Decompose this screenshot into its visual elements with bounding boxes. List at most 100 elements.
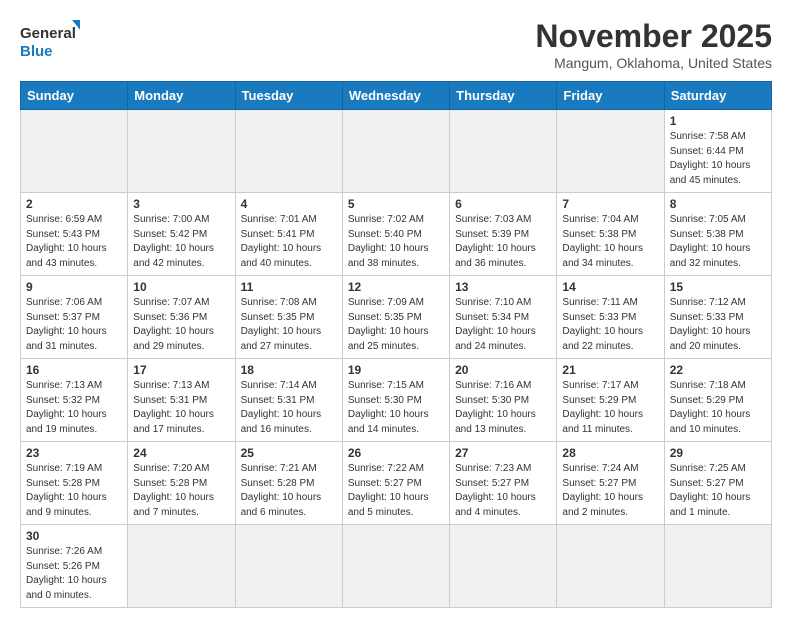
calendar-week-1: 1Sunrise: 7:58 AMSunset: 6:44 PMDaylight… [21,110,772,193]
day-info: Sunrise: 7:20 AMSunset: 5:28 PMDaylight:… [133,462,229,520]
day-number: 5 [348,197,444,211]
day-info: Sunrise: 7:15 AMSunset: 5:30 PMDaylight:… [348,379,444,437]
weekday-header-tuesday: Tuesday [235,82,342,110]
logo-svg: General Blue [20,18,80,62]
month-title: November 2025 [535,18,772,55]
calendar-cell: 14Sunrise: 7:11 AMSunset: 5:33 PMDayligh… [557,276,664,359]
calendar-cell: 19 Sunrise: 7:15 AMSunset: 5:30 PMDayligh… [342,359,449,442]
calendar-cell: 29 Sunrise: 7:25 AMSunset: 5:27 PMDayligh… [664,442,771,525]
day-number: 2 [26,197,122,211]
day-number: 27 [455,446,551,460]
day-info: Sunrise: 7:17 AMSunset: 5:29 PMDaylight:… [562,379,658,437]
logo: General Blue [20,18,80,62]
day-number: 8 [670,197,766,211]
calendar-cell: 18 Sunrise: 7:14 AMSunset: 5:31 PMDayligh… [235,359,342,442]
day-number: 16 [26,363,122,377]
calendar: SundayMondayTuesdayWednesdayThursdayFrid… [20,81,772,608]
day-info: Sunrise: 7:21 AMSunset: 5:28 PMDaylight:… [241,462,337,520]
calendar-cell: 4 Sunrise: 7:01 AMSunset: 5:41 PMDaylight… [235,193,342,276]
day-info: Sunrise: 7:01 AMSunset: 5:41 PMDaylight:… [241,213,337,271]
calendar-cell: 16Sunrise: 7:13 AMSunset: 5:32 PMDayligh… [21,359,128,442]
calendar-cell: 3Sunrise: 7:00 AMSunset: 5:42 PMDaylight… [128,193,235,276]
day-number: 7 [562,197,658,211]
calendar-cell: 2 Sunrise: 6:59 AMSunset: 5:43 PMDaylight… [21,193,128,276]
calendar-cell [128,110,235,193]
weekday-header-monday: Monday [128,82,235,110]
calendar-cell [450,525,557,608]
day-number: 4 [241,197,337,211]
day-number: 22 [670,363,766,377]
day-info: Sunrise: 7:11 AMSunset: 5:33 PMDaylight:… [562,296,658,354]
day-number: 24 [133,446,229,460]
day-number: 26 [348,446,444,460]
day-number: 20 [455,363,551,377]
day-info: Sunrise: 7:19 AMSunset: 5:28 PMDaylight:… [26,462,122,520]
day-number: 13 [455,280,551,294]
calendar-cell: 23 Sunrise: 7:19 AMSunset: 5:28 PMDayligh… [21,442,128,525]
day-info: Sunrise: 7:06 AMSunset: 5:37 PMDaylight:… [26,296,122,354]
title-area: November 2025 Mangum, Oklahoma, United S… [535,18,772,71]
day-info: Sunrise: 7:58 AMSunset: 6:44 PMDaylight:… [670,130,766,188]
day-info: Sunrise: 7:24 AMSunset: 5:27 PMDaylight:… [562,462,658,520]
calendar-cell: 21 Sunrise: 7:17 AMSunset: 5:29 PMDayligh… [557,359,664,442]
day-info: Sunrise: 7:16 AMSunset: 5:30 PMDaylight:… [455,379,551,437]
svg-text:Blue: Blue [20,43,53,60]
weekday-header-thursday: Thursday [450,82,557,110]
day-info: Sunrise: 7:25 AMSunset: 5:27 PMDaylight:… [670,462,766,520]
calendar-cell: 13 Sunrise: 7:10 AMSunset: 5:34 PMDayligh… [450,276,557,359]
day-info: Sunrise: 7:05 AMSunset: 5:38 PMDaylight:… [670,213,766,271]
calendar-cell [235,110,342,193]
location-title: Mangum, Oklahoma, United States [535,55,772,71]
calendar-cell: 12Sunrise: 7:09 AMSunset: 5:35 PMDayligh… [342,276,449,359]
page: General Blue November 2025 Mangum, Oklah… [0,0,792,626]
day-info: Sunrise: 7:10 AMSunset: 5:34 PMDaylight:… [455,296,551,354]
day-number: 23 [26,446,122,460]
calendar-cell: 25Sunrise: 7:21 AMSunset: 5:28 PMDayligh… [235,442,342,525]
day-number: 11 [241,280,337,294]
calendar-week-4: 16Sunrise: 7:13 AMSunset: 5:32 PMDayligh… [21,359,772,442]
day-number: 9 [26,280,122,294]
day-info: Sunrise: 7:23 AMSunset: 5:27 PMDaylight:… [455,462,551,520]
calendar-cell: 15Sunrise: 7:12 AMSunset: 5:33 PMDayligh… [664,276,771,359]
calendar-week-5: 23 Sunrise: 7:19 AMSunset: 5:28 PMDayligh… [21,442,772,525]
day-number: 19 [348,363,444,377]
calendar-cell: 7 Sunrise: 7:04 AMSunset: 5:38 PMDaylight… [557,193,664,276]
calendar-week-2: 2 Sunrise: 6:59 AMSunset: 5:43 PMDaylight… [21,193,772,276]
day-info: Sunrise: 7:03 AMSunset: 5:39 PMDaylight:… [455,213,551,271]
calendar-cell: 1Sunrise: 7:58 AMSunset: 6:44 PMDaylight… [664,110,771,193]
calendar-cell: 27 Sunrise: 7:23 AMSunset: 5:27 PMDayligh… [450,442,557,525]
day-info: Sunrise: 7:04 AMSunset: 5:38 PMDaylight:… [562,213,658,271]
day-number: 29 [670,446,766,460]
weekday-header-wednesday: Wednesday [342,82,449,110]
day-info: Sunrise: 7:07 AMSunset: 5:36 PMDaylight:… [133,296,229,354]
calendar-cell [450,110,557,193]
day-number: 3 [133,197,229,211]
calendar-cell: 11 Sunrise: 7:08 AMSunset: 5:35 PMDayligh… [235,276,342,359]
day-number: 18 [241,363,337,377]
calendar-cell: 26 Sunrise: 7:22 AMSunset: 5:27 PMDayligh… [342,442,449,525]
day-info: Sunrise: 7:26 AMSunset: 5:26 PMDaylight:… [26,545,122,603]
day-info: Sunrise: 7:14 AMSunset: 5:31 PMDaylight:… [241,379,337,437]
day-info: Sunrise: 7:12 AMSunset: 5:33 PMDaylight:… [670,296,766,354]
day-number: 28 [562,446,658,460]
day-info: Sunrise: 7:08 AMSunset: 5:35 PMDaylight:… [241,296,337,354]
calendar-cell [664,525,771,608]
calendar-cell: 17Sunrise: 7:13 AMSunset: 5:31 PMDayligh… [128,359,235,442]
calendar-cell: 9 Sunrise: 7:06 AMSunset: 5:37 PMDaylight… [21,276,128,359]
calendar-cell: 22 Sunrise: 7:18 AMSunset: 5:29 PMDayligh… [664,359,771,442]
day-info: Sunrise: 7:18 AMSunset: 5:29 PMDaylight:… [670,379,766,437]
day-info: Sunrise: 6:59 AMSunset: 5:43 PMDaylight:… [26,213,122,271]
calendar-week-6: 30 Sunrise: 7:26 AMSunset: 5:26 PMDayligh… [21,525,772,608]
calendar-cell [128,525,235,608]
calendar-cell: 30 Sunrise: 7:26 AMSunset: 5:26 PMDayligh… [21,525,128,608]
day-info: Sunrise: 7:22 AMSunset: 5:27 PMDaylight:… [348,462,444,520]
calendar-cell: 24 Sunrise: 7:20 AMSunset: 5:28 PMDayligh… [128,442,235,525]
day-number: 21 [562,363,658,377]
calendar-cell [342,525,449,608]
weekday-header-saturday: Saturday [664,82,771,110]
calendar-cell: 10Sunrise: 7:07 AMSunset: 5:36 PMDayligh… [128,276,235,359]
day-number: 30 [26,529,122,543]
header-area: General Blue November 2025 Mangum, Oklah… [20,18,772,71]
calendar-cell [557,525,664,608]
calendar-cell: 8 Sunrise: 7:05 AMSunset: 5:38 PMDaylight… [664,193,771,276]
